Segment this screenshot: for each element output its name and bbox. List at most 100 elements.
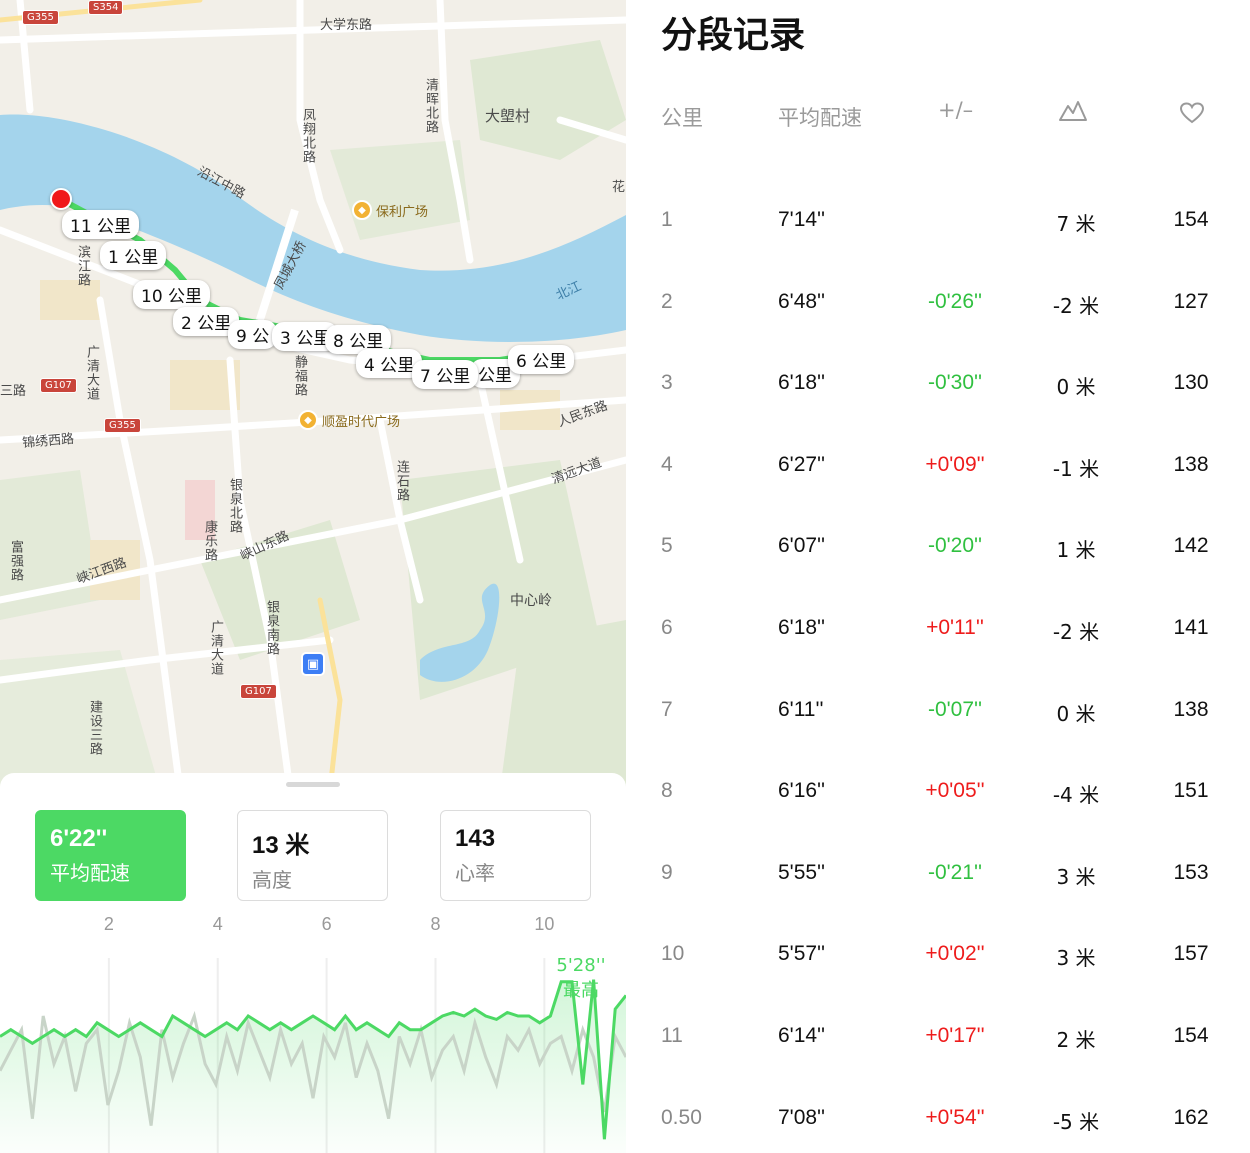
map-label-road: 广清大道 [84,345,99,401]
pace-area-fill [0,979,626,1153]
elevation-value: 13 米 [252,832,310,859]
split-diff: +0'05'' [925,779,985,803]
pace-chart[interactable]: 2 4 6 8 10 5'28'' 最高 [0,908,626,1153]
split-km: 1 [661,208,673,231]
split-row[interactable]: 7 6'11'' -0'07'' 0 米 138 [626,698,1250,780]
stats-sheet[interactable]: 6'22'' 平均配速 13 米 高度 143 心率 2 4 6 8 10 5'28'' [0,773,626,1153]
map-label-road: 清晖北路 [423,78,438,134]
split-pace: 6'48'' [778,289,826,313]
column-header-pace: 平均配速 [778,106,862,130]
split-heart-rate: 153 [1173,860,1209,884]
highway-shield: S354 [88,0,124,15]
split-heart-rate: 162 [1173,1105,1209,1129]
split-row[interactable]: 6 6'18'' +0'11'' -2 米 141 [626,616,1250,698]
split-pace: 5'57'' [778,942,826,966]
pace-label: 平均配速 [50,863,130,885]
split-heart-rate: 141 [1173,616,1209,639]
split-row[interactable]: 3 6'18'' -0'30'' 0 米 130 [626,371,1250,453]
split-elevation: 3 米 [1056,864,1096,889]
split-row[interactable]: 10 5'57'' +0'02'' 3 米 157 [626,942,1250,1024]
split-km: 10 [661,942,685,966]
map-label-road: 花 [612,180,626,195]
split-pace: 5'55'' [778,860,826,884]
split-row[interactable]: 1 7'14'' 7 米 154 [626,208,1250,290]
heart-rate-metric-card[interactable]: 143 心率 [440,810,591,901]
heart-rate-value: 143 [455,825,496,852]
split-pace: 6'18'' [778,616,826,639]
split-diff: +0'54'' [925,1105,985,1129]
elevation-label: 高度 [252,870,292,892]
highway-shield: G355 [22,10,59,25]
split-row[interactable]: 9 5'55'' -0'21'' 3 米 153 [626,861,1250,943]
split-km: 3 [661,371,673,395]
split-row[interactable]: 5 6'07'' -0'20'' 1 米 142 [626,534,1250,616]
split-pace: 7'08'' [778,1105,826,1129]
map-label-road: 康乐路 [202,520,217,562]
map-label-road: 三路 [0,384,27,399]
split-heart-rate: 130 [1173,371,1209,395]
split-heart-rate: 138 [1173,697,1209,721]
heart-rate-label: 心率 [455,863,495,885]
map-label-place: 中心岭 [510,593,552,609]
poi-icon: ◆ [352,200,372,220]
pace-metric-card[interactable]: 6'22'' 平均配速 [35,810,186,901]
split-row[interactable]: 8 6'16'' +0'05'' -4 米 151 [626,779,1250,861]
split-heart-rate: 154 [1173,1024,1209,1047]
start-point-marker[interactable] [50,188,72,210]
split-pace: 6'18'' [778,371,826,395]
split-pace: 7'14'' [778,208,826,231]
split-heart-rate: 154 [1173,208,1209,231]
km-marker[interactable]: 7 公里 [412,360,479,389]
map-label-road: 银泉南路 [264,600,279,656]
split-elevation: 7 米 [1056,212,1096,236]
x-axis-tick-label: 8 [430,914,440,934]
split-row[interactable]: 11 6'14'' +0'17'' 2 米 154 [626,1024,1250,1106]
metro-station-icon[interactable]: ▣ [301,652,325,676]
split-elevation: -1 米 [1052,456,1100,481]
split-elevation: 1 米 [1056,538,1096,563]
map-panel[interactable]: 大学东路 大塱村 凤翔北路 清晖北路 沿江中路 ◆ 保利广场 滨江路 凤城大桥 … [0,0,626,1153]
split-row[interactable]: 4 6'27'' +0'09'' -1 米 138 [626,453,1250,535]
split-diff: +0'02'' [925,942,985,966]
poi-poly-plaza[interactable]: ◆ 保利广场 [352,200,428,220]
map-label-road: 连石路 [394,460,409,502]
split-diff: -0'26'' [927,289,983,313]
km-marker[interactable]: 1 公里 [100,241,167,270]
split-pace: 6'07'' [778,534,826,558]
sheet-drag-handle[interactable] [286,782,340,787]
split-km: 0.50 [661,1105,702,1129]
x-axis-tick-label: 2 [104,914,114,934]
km-marker[interactable]: 6 公里 [508,345,575,374]
map-label-road: 建设三路 [87,700,102,756]
split-elevation: 0 米 [1056,701,1096,726]
split-pace: 6'11'' [778,697,824,721]
pace-value: 6'22'' [50,825,108,852]
split-km: 11 [661,1024,683,1047]
split-row[interactable]: 0.50 7'08'' +0'54'' -5 米 162 [626,1106,1250,1153]
split-elevation: -2 米 [1052,620,1100,644]
split-km: 6 [661,616,673,639]
x-axis-tick-label: 6 [322,914,332,934]
split-elevation: 2 米 [1056,1028,1096,1052]
split-heart-rate: 142 [1173,534,1209,558]
split-pace: 6'14'' [778,1024,826,1047]
split-km: 9 [661,860,673,884]
highway-shield: G107 [40,378,77,393]
km-marker[interactable]: 10 公里 [133,280,211,309]
split-diff: +0'09'' [925,452,985,476]
km-marker[interactable]: 11 公里 [62,210,140,239]
split-km: 7 [661,697,673,721]
km-marker[interactable]: 9 公 [228,320,278,349]
split-elevation: -5 米 [1052,1109,1100,1134]
split-heart-rate: 127 [1173,289,1209,313]
poi-shunying-plaza[interactable]: ◆ 顺盈时代广场 [298,410,400,430]
x-axis-tick-label: 4 [213,914,223,934]
split-row[interactable]: 2 6'48'' -0'26'' -2 米 127 [626,290,1250,372]
splits-panel: 分段记录 公里 平均配速 +/– 1 7'14'' 7 米 154 2 6'48'' -0'… [626,0,1250,1153]
map-label-road: 银泉北路 [227,478,242,534]
split-diff: -0'21'' [927,860,983,884]
elevation-metric-card[interactable]: 13 米 高度 [237,810,388,901]
split-km: 4 [661,452,673,476]
map-label-village: 大塱村 [485,107,531,125]
map-label-road: 广清大道 [208,620,223,676]
